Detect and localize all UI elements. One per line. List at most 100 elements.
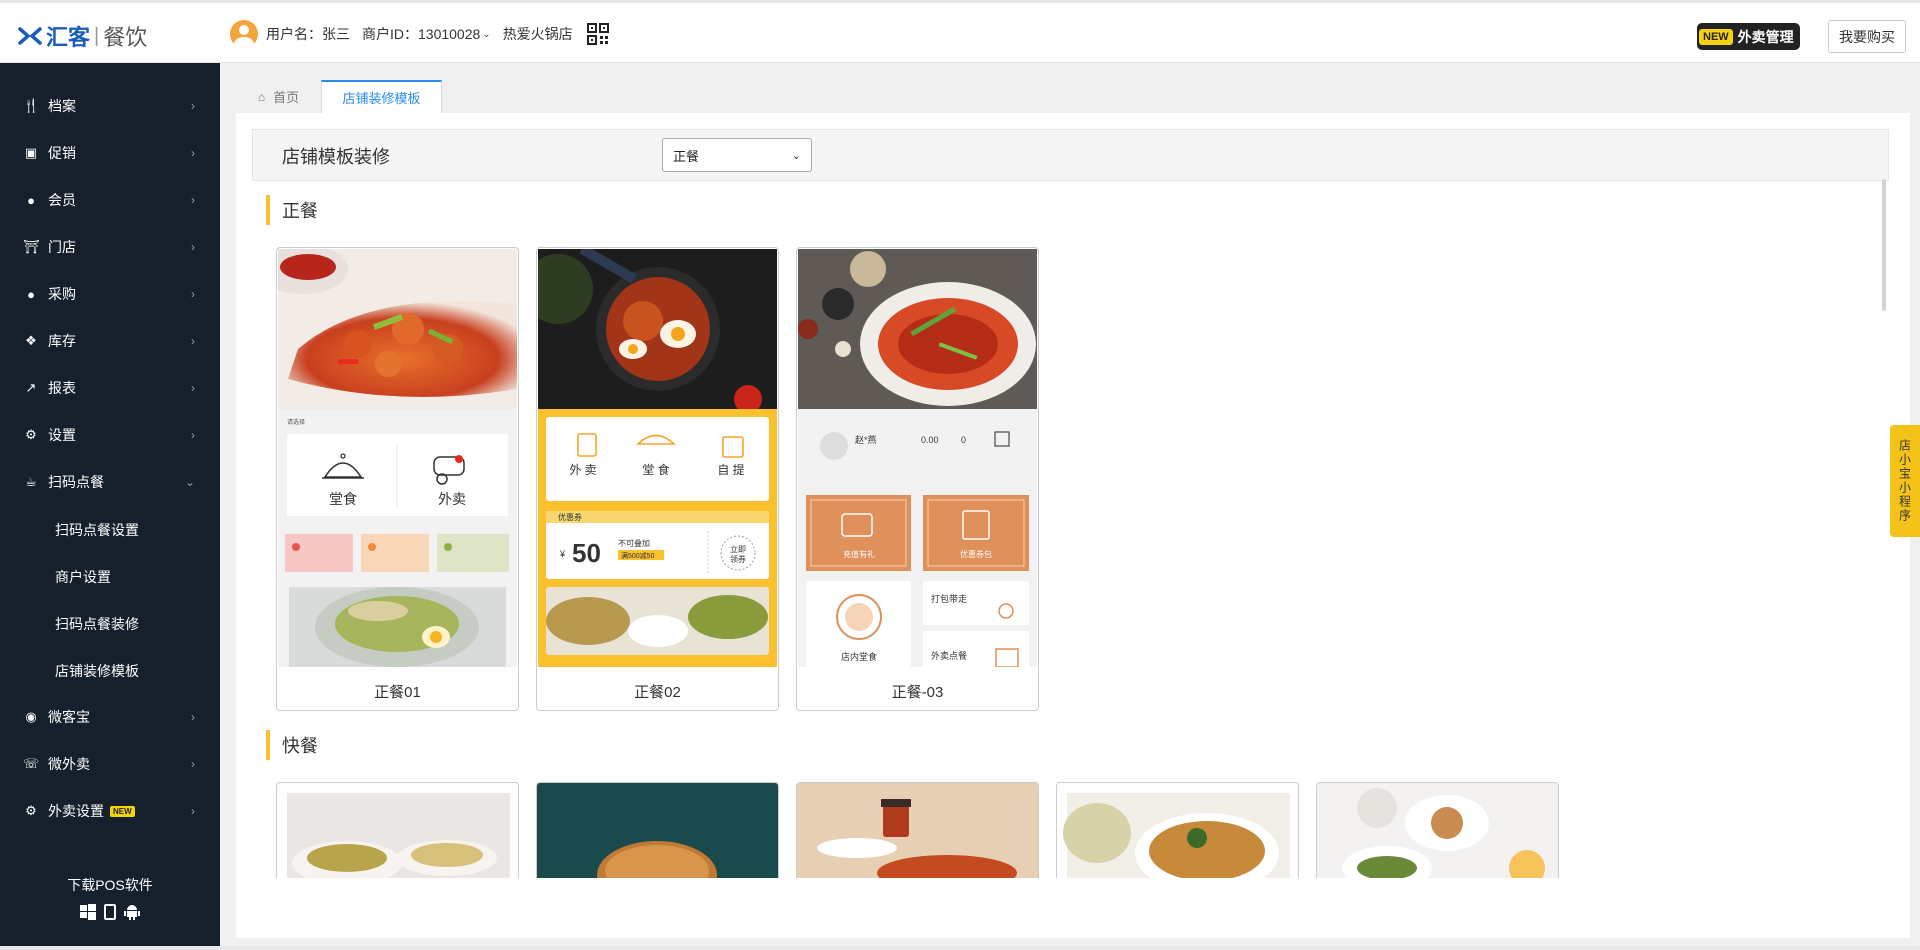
chevron-down-icon: ⌄ <box>791 149 801 162</box>
sidebar-item-label: 外卖设置 <box>48 803 104 819</box>
qr-code-icon[interactable] <box>586 23 609 45</box>
chart-icon: ↗ <box>25 380 37 395</box>
android-icon[interactable] <box>124 904 140 920</box>
sidebar-item-member[interactable]: ● 会员 › <box>0 180 220 220</box>
page-title: 店铺模板装修 <box>282 147 390 167</box>
sidebar-item-settings[interactable]: ⚙ 设置 › <box>0 415 220 455</box>
svg-text:50: 50 <box>572 538 601 568</box>
chevron-right-icon: › <box>191 334 195 348</box>
cubes-icon: ❖ <box>25 333 37 348</box>
template-card[interactable] <box>1316 782 1559 878</box>
buy-button[interactable]: 我要购买 <box>1828 20 1906 53</box>
svg-text:自 提: 自 提 <box>717 462 744 477</box>
top-bar: 汇客 | 餐饮 用户名：张三 商户ID：13010028 ⌄ 热爱火锅店 NEW… <box>0 0 1920 63</box>
sidebar-item-inventory[interactable]: ❖ 库存 › <box>0 321 220 361</box>
store-name: 热爱火锅店 <box>502 26 573 42</box>
sidebar-item-label: 库存 <box>48 333 76 349</box>
brand-separator: | <box>94 24 100 47</box>
template-preview: 赵*燕 0.00 0 充值有礼 优惠券包 店内堂食 打包带走 外卖点餐 <box>798 249 1037 667</box>
svg-text:外卖: 外卖 <box>438 491 466 507</box>
template-preview <box>537 783 778 878</box>
tab-home[interactable]: ⌂ 首页 <box>236 80 321 113</box>
template-card[interactable]: 赵*燕 0.00 0 充值有礼 优惠券包 店内堂食 打包带走 外卖点餐 正餐-0… <box>796 247 1039 711</box>
merchant-id[interactable]: 商户ID：13010028 <box>362 24 480 44</box>
sidebar-subitem-scan-settings[interactable]: 扫码点餐设置 <box>55 520 139 540</box>
svg-text:打包带走: 打包带走 <box>931 593 967 604</box>
svg-text:立即: 立即 <box>730 544 746 554</box>
sidebar-item-label: 扫码点餐 <box>48 474 104 490</box>
tab-bar: ⌂ 首页 店铺装修模板 <box>236 80 442 113</box>
chevron-right-icon: › <box>191 240 195 254</box>
sidebar-item-label: 设置 <box>48 427 76 443</box>
template-card[interactable] <box>1056 782 1299 878</box>
logo[interactable]: 汇客 | 餐饮 <box>18 20 147 52</box>
template-preview <box>1317 783 1558 878</box>
svg-text:0.00: 0.00 <box>921 435 939 445</box>
sidebar-item-label: 门店 <box>48 239 76 255</box>
chevron-down-icon[interactable]: ⌄ <box>482 29 490 40</box>
content-footer <box>252 878 1892 938</box>
user-info: 用户名：张三 商户ID：13010028 ⌄ 热爱火锅店 <box>230 20 609 48</box>
chevron-right-icon: › <box>191 710 195 724</box>
svg-text:外 卖: 外 卖 <box>569 463 596 477</box>
chevron-right-icon: › <box>191 804 195 818</box>
users-icon: ● <box>27 192 35 208</box>
cutlery-icon: 🍴 <box>23 98 40 113</box>
category-select-value: 正餐 <box>673 148 700 164</box>
sidebar-subitem-scan-decoration[interactable]: 扫码点餐装修 <box>55 614 139 634</box>
template-card[interactable]: 请选择 堂食 外卖 正餐01 <box>276 247 519 711</box>
template-preview <box>287 793 510 878</box>
download-pos-link[interactable]: 下载POS软件 <box>0 875 220 895</box>
template-card[interactable] <box>796 782 1039 878</box>
sidebar-item-label: 报表 <box>48 380 76 396</box>
mini-program-tab[interactable]: 店小宝小程序 <box>1890 425 1920 537</box>
sidebar-item-takeaway-settings[interactable]: ⚙ 外卖设置 NEW › <box>0 791 220 831</box>
template-name: 正餐-03 <box>891 684 944 701</box>
sidebar-item-reports[interactable]: ↗ 报表 › <box>0 368 220 408</box>
svg-text:堂食: 堂食 <box>329 491 357 507</box>
chevron-right-icon: › <box>191 146 195 160</box>
template-card[interactable]: 外 卖 堂 食 自 提 优惠券 ¥ 50 不可叠加 满500减50 立即 领券 … <box>536 247 779 711</box>
windows-icon[interactable] <box>80 904 96 920</box>
svg-text:店内堂食: 店内堂食 <box>841 651 877 662</box>
sidebar-item-promotion[interactable]: ▣ 促销 › <box>0 133 220 173</box>
svg-text:¥: ¥ <box>559 549 566 559</box>
section-title: 正餐 <box>266 195 318 225</box>
sidebar-item-purchase[interactable]: ● 采购 › <box>0 274 220 314</box>
template-card[interactable] <box>276 782 519 878</box>
window-bottom-edge <box>0 946 1920 950</box>
takeaway-management-label: 外卖管理 <box>1737 28 1794 45</box>
gift-icon: ▣ <box>24 145 38 160</box>
coffee-icon: ☕ <box>25 474 37 489</box>
svg-text:优惠券: 优惠券 <box>558 512 582 522</box>
category-select[interactable]: 正餐 ⌄ <box>662 138 812 172</box>
sidebar-item-scan-order[interactable]: ☕ 扫码点餐 ⌄ <box>0 462 220 502</box>
new-badge: NEW <box>110 805 135 817</box>
sidebar-item-archive[interactable]: 🍴 档案 › <box>0 86 220 126</box>
sidebar-subitem-store-template[interactable]: 店铺装修模板 <box>55 661 139 681</box>
tab-store-template[interactable]: 店铺装修模板 <box>321 80 442 113</box>
chevron-down-icon: ⌄ <box>184 475 195 489</box>
bank-icon: ⛩ <box>23 239 40 254</box>
sidebar-item-weiwaimai[interactable]: ☏ 微外卖 › <box>0 744 220 784</box>
sidebar-item-store[interactable]: ⛩ 门店 › <box>0 227 220 267</box>
avatar[interactable] <box>230 20 258 48</box>
takeaway-management-button[interactable]: NEW 外卖管理 <box>1697 23 1800 50</box>
sidebar-item-weikebao[interactable]: ◉ 微客宝 › <box>0 697 220 737</box>
svg-text:充值有礼: 充值有礼 <box>843 549 875 559</box>
template-name: 正餐02 <box>634 684 681 701</box>
tablet-icon[interactable] <box>104 904 116 920</box>
tab-home-label: 首页 <box>273 90 300 105</box>
sidebar-item-label: 微客宝 <box>48 709 90 725</box>
username: 用户名：张三 <box>266 26 350 42</box>
svg-text:满500减50: 满500减50 <box>621 551 655 560</box>
chevron-right-icon: › <box>191 381 195 395</box>
template-preview: 外 卖 堂 食 自 提 优惠券 ¥ 50 不可叠加 满500减50 立即 领券 <box>538 249 777 667</box>
chevron-right-icon: › <box>191 428 195 442</box>
svg-text:请选择: 请选择 <box>287 418 305 426</box>
sidebar-subitem-merchant-settings[interactable]: 商户设置 <box>55 567 111 587</box>
scrollbar[interactable] <box>1882 179 1886 311</box>
sidebar-item-label: 促销 <box>48 145 76 161</box>
chevron-right-icon: › <box>191 193 195 207</box>
template-card[interactable] <box>536 782 779 878</box>
